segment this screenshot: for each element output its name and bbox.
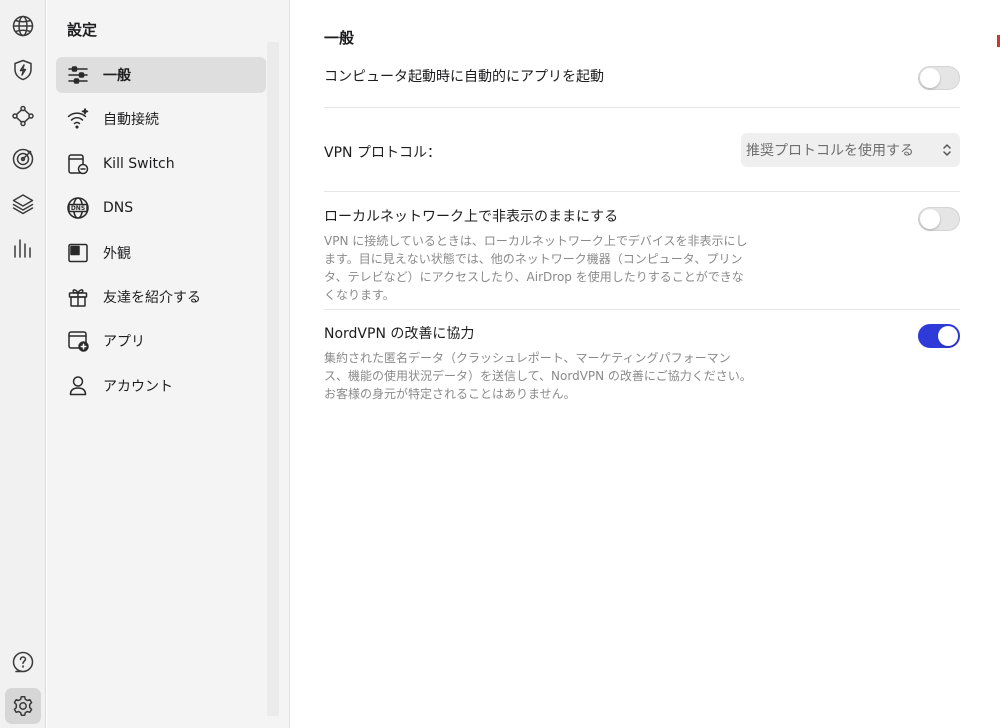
toggle-knob (938, 326, 958, 346)
divider (324, 309, 960, 310)
setting-title: コンピュータ起動時に自動的にアプリを起動 (324, 69, 604, 85)
app-add-icon (64, 327, 92, 355)
sidebar-item-label: 外観 (103, 245, 131, 262)
sidebar-item-general[interactable]: 一般 (56, 57, 266, 93)
sidebar-item-label: Kill Switch (103, 155, 175, 172)
sidebar-scrollbar-track[interactable] (267, 42, 279, 716)
setting-launch-at-startup: コンピュータ起動時に自動的にアプリを起動 (324, 66, 960, 90)
meshnet-icon[interactable] (5, 98, 41, 134)
improve-nordvpn-toggle[interactable] (918, 324, 960, 348)
divider (324, 107, 960, 108)
sidebar-item-apps[interactable]: アプリ (56, 323, 266, 359)
target-icon[interactable] (5, 141, 41, 177)
sidebar-item-dns[interactable]: DNS DNS (56, 190, 266, 226)
invisible-lan-toggle[interactable] (918, 207, 960, 231)
toggle-knob (920, 68, 940, 88)
vpn-protocol-select[interactable]: 推奨プロトコルを使用する (741, 133, 960, 167)
sidebar-item-label: 自動接続 (103, 112, 159, 129)
chevron-up-down-icon (942, 141, 952, 159)
launch-at-startup-toggle[interactable] (918, 66, 960, 90)
sidebar-item-label: 一般 (103, 68, 131, 84)
setting-improve-nordvpn: NordVPN の改善に協力 集約された匿名データ（クラッシュレポート、マーケテ… (324, 323, 960, 403)
person-icon (64, 372, 92, 400)
gift-icon (64, 283, 92, 311)
setting-title: ローカルネットワーク上で非表示のままにする (324, 209, 619, 225)
dns-globe-icon: DNS (64, 194, 92, 222)
sidebar-item-label: アカウント (103, 378, 173, 395)
setting-title: NordVPN の改善に協力 (324, 326, 475, 342)
icon-rail (0, 0, 46, 728)
app-window: 設定 一般 自動接続 Kill Switch DNS DNS 外観 友達を紹介す… (0, 0, 1000, 728)
sidebar-item-kill-switch[interactable]: Kill Switch (56, 146, 266, 182)
toggle-knob (920, 209, 940, 229)
setting-description: 集約された匿名データ（クラッシュレポート、マーケティングパフォーマンス、機能の使… (324, 351, 752, 401)
setting-description: VPN に接続しているときは、ローカルネットワーク上でデバイスを非表示にします。… (324, 234, 748, 302)
settings-nav: 一般 自動接続 Kill Switch DNS DNS 外観 友達を紹介する ア… (56, 57, 266, 412)
layers-icon[interactable] (5, 186, 41, 222)
svg-text:DNS: DNS (71, 205, 85, 212)
sidebar-item-label: 友達を紹介する (103, 289, 201, 306)
sidebar-item-label: DNS (103, 200, 134, 217)
divider (324, 191, 960, 192)
kill-switch-icon (64, 150, 92, 178)
sidebar-item-appearance[interactable]: 外観 (56, 235, 266, 271)
select-value: 推奨プロトコルを使用する (746, 143, 914, 159)
sidebar-item-auto-connect[interactable]: 自動接続 (56, 101, 266, 137)
sliders-icon (64, 61, 92, 89)
sidebar-title: 設定 (67, 21, 98, 39)
section-title: 一般 (324, 29, 355, 47)
shield-bolt-icon[interactable] (5, 52, 41, 88)
settings-sidebar: 設定 一般 自動接続 Kill Switch DNS DNS 外観 友達を紹介す… (47, 0, 289, 728)
settings-gear-icon[interactable] (5, 688, 41, 724)
stats-icon[interactable] (5, 230, 41, 266)
sidebar-item-label: アプリ (103, 334, 145, 351)
wifi-auto-icon (64, 105, 92, 133)
sidebar-item-account[interactable]: アカウント (56, 368, 266, 404)
setting-invisible-lan: ローカルネットワーク上で非表示のままにする VPN に接続しているときは、ローカ… (324, 206, 960, 304)
help-icon[interactable] (5, 644, 41, 680)
globe-icon[interactable] (5, 8, 41, 44)
main-panel: 一般 コンピュータ起動時に自動的にアプリを起動 VPN プロトコル： 推奨プロト… (290, 0, 1000, 728)
sidebar-item-refer-friend[interactable]: 友達を紹介する (56, 279, 266, 315)
setting-vpn-protocol: VPN プロトコル： 推奨プロトコルを使用する (324, 133, 960, 167)
appearance-icon (64, 239, 92, 267)
